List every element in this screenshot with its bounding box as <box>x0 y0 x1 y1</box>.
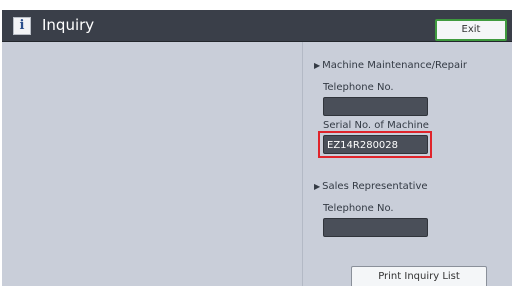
info-icon: i <box>13 17 31 35</box>
sales-telephone-field <box>323 218 428 237</box>
sales-heading-label: Sales Representative <box>322 181 428 192</box>
panel-divider <box>302 42 303 286</box>
maintenance-telephone-label: Telephone No. <box>323 82 394 93</box>
maintenance-heading-label: Machine Maintenance/Repair <box>322 60 467 71</box>
page-title: Inquiry <box>42 16 95 34</box>
arrow-right-icon: ▶ <box>314 61 321 70</box>
print-inquiry-list-button[interactable]: Print Inquiry List <box>351 266 487 286</box>
inquiry-screen: i Inquiry Exit ▶ Machine Maintenance/Repa… <box>2 10 512 286</box>
exit-button[interactable]: Exit <box>435 19 507 41</box>
sales-heading: ▶ Sales Representative <box>314 181 428 193</box>
sales-telephone-label: Telephone No. <box>323 203 394 214</box>
maintenance-heading: ▶ Machine Maintenance/Repair <box>314 60 467 72</box>
title-bar: i Inquiry Exit <box>2 10 512 42</box>
serial-number-highlight <box>318 131 432 158</box>
arrow-right-icon: ▶ <box>314 182 321 191</box>
maintenance-telephone-field <box>323 97 428 116</box>
